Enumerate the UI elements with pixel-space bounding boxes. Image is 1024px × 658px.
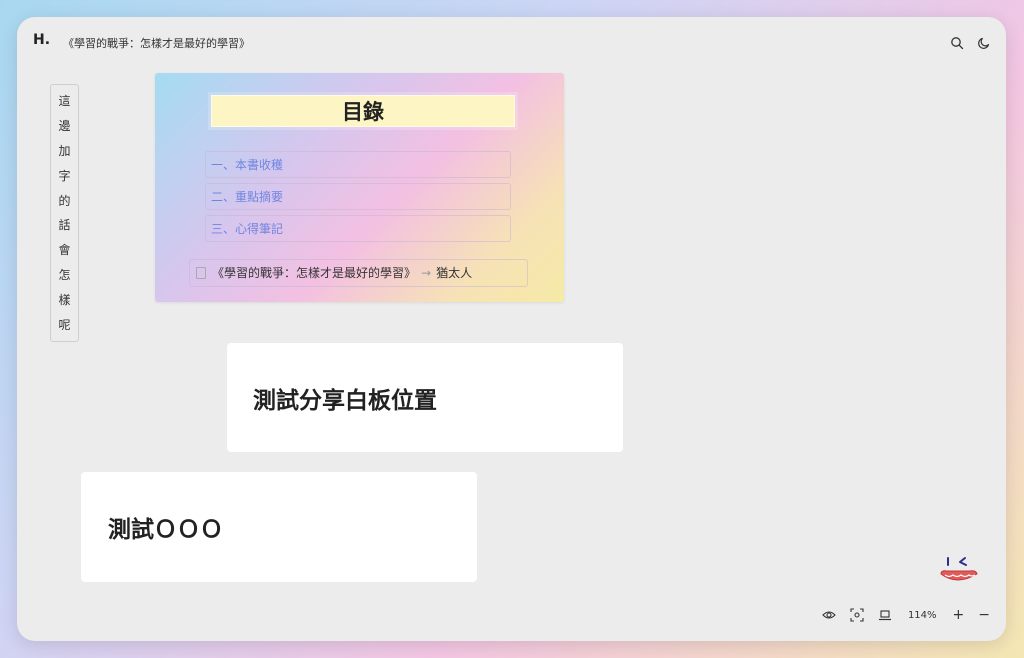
note-char: 樣 <box>58 292 71 307</box>
top-bar: H. 《學習的戰爭：怎樣才是最好的學習》 <box>17 17 1006 65</box>
share-whiteboard-card[interactable]: 測試分享白板位置 <box>227 343 623 452</box>
zoom-in-button[interactable]: + <box>953 608 965 622</box>
vertical-text-note[interactable]: 這 邊 加 字 的 話 會 怎 樣 呢 <box>50 84 79 342</box>
focus-icon[interactable] <box>850 608 864 622</box>
arrow-right-icon: → <box>421 266 432 280</box>
page-icon <box>196 267 206 279</box>
moon-icon[interactable] <box>977 36 991 50</box>
note-char: 這 <box>58 94 71 109</box>
laptop-icon[interactable] <box>878 608 892 622</box>
app-logo[interactable]: H. <box>33 32 50 48</box>
note-char: 怎 <box>58 267 71 282</box>
note-char: 的 <box>58 193 71 208</box>
zoom-level: 114% <box>907 609 937 621</box>
toc-item-2[interactable]: 二、重點摘要 <box>205 183 511 210</box>
mascot-icon[interactable] <box>935 555 983 589</box>
eye-icon[interactable] <box>822 608 836 622</box>
share-card-text: 測試分享白板位置 <box>253 387 437 414</box>
toc-title: 目錄 <box>211 95 515 127</box>
note-char: 字 <box>58 168 71 183</box>
reference-book-title: 《學習的戰爭：怎樣才是最好的學習》 <box>212 266 417 280</box>
test-card-text: 測試ＯＯＯ <box>108 517 223 543</box>
toc-item-3[interactable]: 三、心得筆記 <box>205 215 511 242</box>
search-icon[interactable] <box>950 36 964 50</box>
note-char: 邊 <box>58 119 71 134</box>
zoom-out-button[interactable]: − <box>978 608 990 622</box>
document-title: 《學習的戰爭：怎樣才是最好的學習》 <box>63 37 250 50</box>
note-char: 話 <box>58 218 71 233</box>
toc-item-1[interactable]: 一、本書收穫 <box>205 151 511 178</box>
book-reference-link[interactable]: 《學習的戰爭：怎樣才是最好的學習》 → 猶太人 <box>189 259 528 287</box>
reference-author: 猶太人 <box>436 266 473 280</box>
note-char: 加 <box>58 143 71 158</box>
test-card[interactable]: 測試ＯＯＯ <box>81 472 477 582</box>
bottom-toolbar: 114% + − <box>808 607 990 623</box>
note-char: 呢 <box>58 317 71 332</box>
app-window: H. 《學習的戰爭：怎樣才是最好的學習》 這 邊 加 字 的 話 會 怎 樣 呢… <box>17 17 1006 641</box>
toc-card[interactable]: 目錄 一、本書收穫 二、重點摘要 三、心得筆記 《學習的戰爭：怎樣才是最好的學習… <box>155 73 564 302</box>
note-char: 會 <box>58 243 71 258</box>
